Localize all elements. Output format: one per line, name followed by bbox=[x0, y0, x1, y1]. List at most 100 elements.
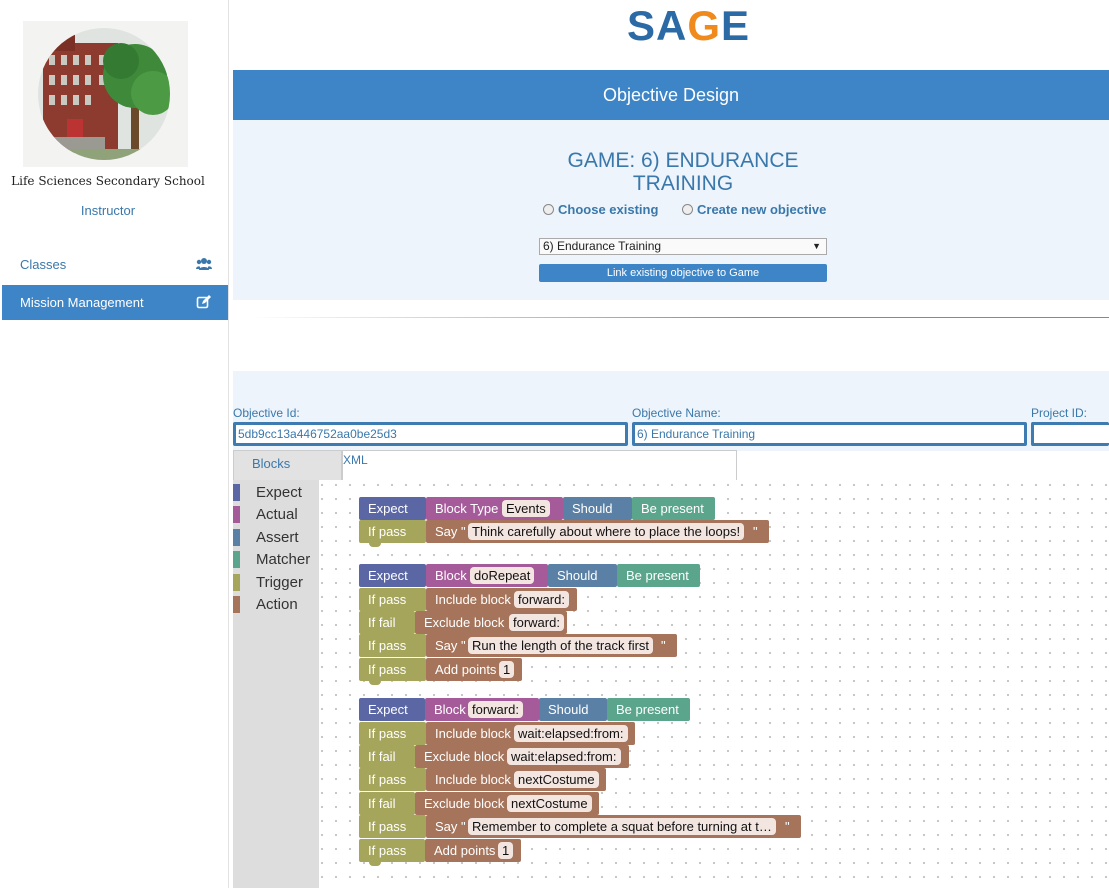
block-notch bbox=[369, 542, 381, 547]
objective-select[interactable]: 6) Endurance Training ▼ bbox=[539, 238, 827, 255]
block-field[interactable]: Remember to complete a squat before turn… bbox=[468, 818, 776, 835]
category-swatch bbox=[233, 506, 240, 523]
sidebar-item-mission-management[interactable]: Mission Management bbox=[2, 285, 228, 320]
action-block[interactable]: Exclude block nextCostume bbox=[415, 792, 599, 815]
block-label: Be present bbox=[616, 702, 679, 717]
block-label: If pass bbox=[368, 638, 407, 653]
block-label: Include block bbox=[435, 726, 511, 741]
trigger-block[interactable]: If fail bbox=[359, 792, 415, 815]
block-label: If fail bbox=[368, 796, 396, 811]
action-block[interactable]: Say " Remember to complete a squat before… bbox=[426, 815, 801, 838]
block-label: If pass bbox=[368, 592, 407, 607]
block-label: Be present bbox=[626, 568, 689, 583]
block-label: Block bbox=[434, 702, 466, 717]
trigger-block[interactable]: If pass bbox=[359, 722, 426, 745]
block-label: Block bbox=[435, 568, 467, 583]
objective-name-label: Objective Name: bbox=[632, 406, 721, 420]
block-label: Expect bbox=[368, 501, 408, 516]
objective-panel: GAME: 6) ENDURANCE TRAINING Choose exist… bbox=[233, 120, 1109, 300]
block-field[interactable]: nextCostume bbox=[514, 771, 599, 788]
block-field[interactable]: 1 bbox=[499, 661, 515, 678]
sage-logo: SAGE bbox=[627, 2, 751, 49]
category-swatch bbox=[233, 529, 240, 546]
sidebar-item-classes[interactable]: Classes bbox=[2, 247, 228, 282]
action-block[interactable]: Say " Think carefully about where to plac… bbox=[426, 520, 769, 543]
trigger-block[interactable]: If pass bbox=[359, 815, 426, 838]
block-field[interactable]: wait:elapsed:from: bbox=[514, 725, 628, 742]
edit-icon bbox=[196, 294, 212, 310]
expect-block[interactable]: Expect bbox=[359, 497, 426, 520]
action-block[interactable]: Include block wait:elapsed:from: bbox=[426, 722, 635, 745]
trigger-block[interactable]: If fail bbox=[359, 611, 415, 634]
block-label: Add points bbox=[435, 662, 497, 677]
block-field[interactable]: forward: bbox=[514, 591, 569, 608]
block-field[interactable]: nextCostume bbox=[507, 795, 592, 812]
block-notch bbox=[369, 861, 381, 866]
block-field[interactable]: Run the length of the track first bbox=[468, 637, 654, 654]
actual-block[interactable]: Block Type Events bbox=[426, 497, 563, 520]
action-block[interactable]: Exclude block forward: bbox=[415, 611, 567, 634]
expect-block[interactable]: Expect bbox=[359, 698, 425, 721]
matcher-block[interactable]: Be present bbox=[607, 698, 690, 721]
block-label: Say " bbox=[435, 524, 466, 539]
action-block[interactable]: Say " Run the length of the track first " bbox=[426, 634, 677, 657]
block-field[interactable]: forward: bbox=[468, 701, 523, 718]
block-notch bbox=[369, 680, 381, 685]
trigger-block[interactable]: If pass bbox=[359, 588, 426, 611]
sidebar-item-label: Mission Management bbox=[20, 295, 144, 310]
action-block[interactable]: Add points 1 bbox=[426, 658, 522, 681]
block-label: If fail bbox=[368, 749, 396, 764]
trigger-block[interactable]: If fail bbox=[359, 745, 415, 768]
category-label: Actual bbox=[256, 506, 298, 523]
category-label: Matcher bbox=[256, 551, 311, 568]
matcher-block[interactable]: Be present bbox=[632, 497, 715, 520]
block-field[interactable]: doRepeat bbox=[470, 567, 535, 584]
objective-id-input[interactable]: 5db9cc13a446752aa0be25d3 bbox=[233, 422, 628, 446]
block-label: Exclude block bbox=[424, 749, 505, 764]
action-block[interactable]: Exclude block wait:elapsed:from: bbox=[415, 745, 629, 768]
assert-block[interactable]: Should bbox=[548, 564, 617, 587]
actual-block[interactable]: Block forward: bbox=[425, 698, 539, 721]
block-label: Exclude block bbox=[424, 615, 505, 630]
block-label: If pass bbox=[368, 843, 407, 858]
category-label: Action bbox=[256, 596, 298, 613]
project-id-input[interactable] bbox=[1031, 422, 1109, 446]
block-label: Should bbox=[572, 501, 613, 516]
editor-tabs: Blocks XML bbox=[233, 450, 737, 480]
trigger-block[interactable]: If pass bbox=[359, 658, 426, 685]
block-field[interactable]: wait:elapsed:from: bbox=[507, 748, 621, 765]
user-role: Instructor bbox=[80, 203, 136, 218]
objective-name-input[interactable]: 6) Endurance Training bbox=[632, 422, 1027, 446]
choose-existing-radio[interactable]: Choose existing bbox=[543, 202, 658, 217]
trigger-block[interactable]: If pass bbox=[359, 839, 425, 866]
trigger-block[interactable]: If pass bbox=[359, 768, 426, 791]
create-new-radio[interactable]: Create new objective bbox=[682, 202, 826, 217]
trigger-block[interactable]: If pass bbox=[359, 520, 426, 547]
block-label: If fail bbox=[368, 615, 396, 630]
select-value: 6) Endurance Training bbox=[543, 239, 662, 253]
action-block[interactable]: Include block nextCostume bbox=[426, 768, 606, 791]
block-field[interactable]: 1 bbox=[498, 842, 514, 859]
block-label: Be present bbox=[641, 501, 704, 516]
assert-block[interactable]: Should bbox=[563, 497, 632, 520]
radio-label: Create new objective bbox=[697, 202, 827, 217]
block-field[interactable]: forward: bbox=[509, 614, 564, 631]
blockly-workspace[interactable]: Expect Block Type Events Should Be presen… bbox=[319, 480, 1109, 888]
block-label: " bbox=[785, 819, 790, 834]
tab-xml[interactable]: XML bbox=[342, 450, 737, 480]
main-content: SAGE Objective Design GAME: 6) ENDURANCE… bbox=[229, 0, 1109, 888]
block-label: " bbox=[753, 524, 758, 539]
link-objective-button[interactable]: Link existing objective to Game bbox=[539, 264, 827, 282]
category-label: Trigger bbox=[256, 574, 303, 591]
expect-block[interactable]: Expect bbox=[359, 564, 426, 587]
action-block[interactable]: Include block forward: bbox=[426, 588, 577, 611]
block-label: If pass bbox=[368, 662, 407, 677]
tab-blocks[interactable]: Blocks bbox=[233, 450, 342, 480]
block-field[interactable]: Events bbox=[502, 500, 550, 517]
matcher-block[interactable]: Be present bbox=[617, 564, 700, 587]
block-field[interactable]: Think carefully about where to place the… bbox=[468, 523, 745, 540]
trigger-block[interactable]: If pass bbox=[359, 634, 426, 657]
assert-block[interactable]: Should bbox=[539, 698, 607, 721]
actual-block[interactable]: Block doRepeat bbox=[426, 564, 548, 587]
action-block[interactable]: Add points 1 bbox=[425, 839, 521, 862]
